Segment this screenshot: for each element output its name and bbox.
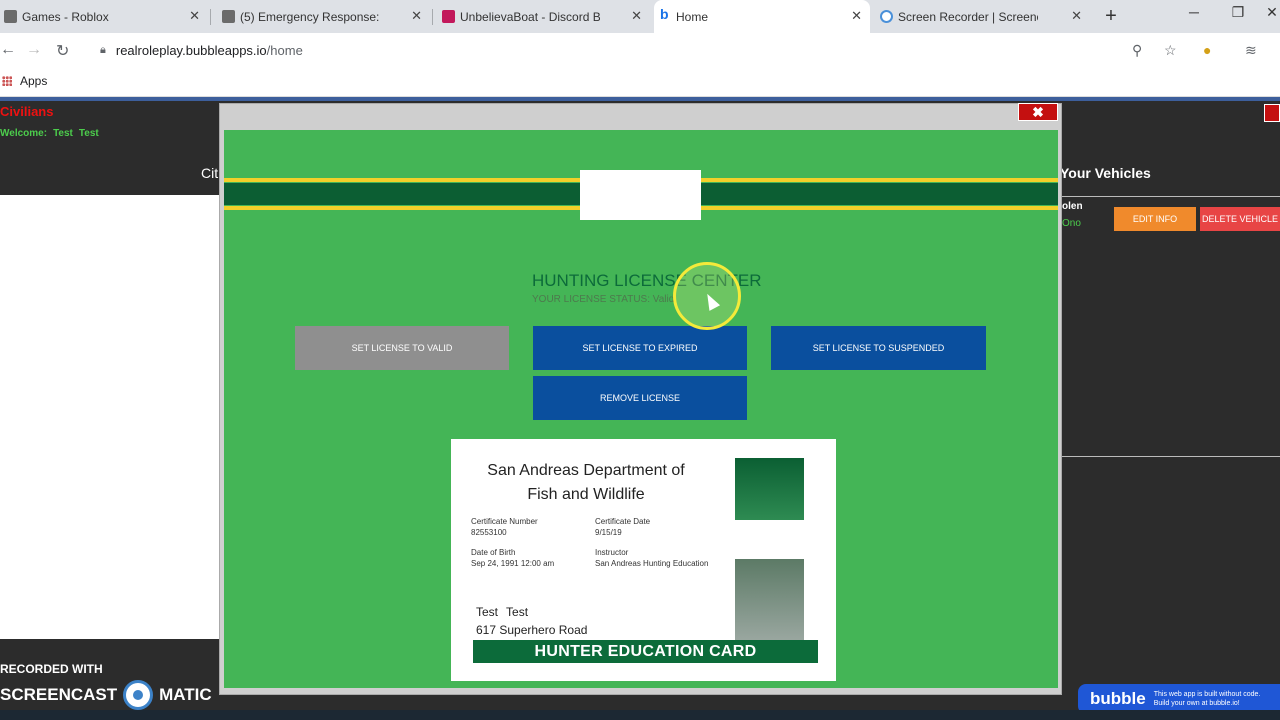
apps-grid-icon bbox=[2, 76, 12, 86]
back-icon[interactable]: ← bbox=[0, 41, 16, 59]
unbelievaboat-icon bbox=[442, 10, 455, 23]
forward-icon[interactable]: → bbox=[26, 41, 42, 59]
welcome-text: Welcome: Test Test bbox=[0, 128, 99, 139]
tab-home[interactable]: b Home ✕ bbox=[654, 0, 870, 33]
screencast-icon bbox=[880, 10, 893, 23]
restore-icon[interactable]: ❐ bbox=[1224, 4, 1252, 21]
close-icon[interactable]: ✕ bbox=[411, 8, 422, 24]
citizens-heading: Cit bbox=[201, 165, 219, 181]
vehicle-flag: Ono bbox=[1062, 218, 1081, 229]
close-icon[interactable] bbox=[1264, 104, 1280, 122]
cert-number-field: Certificate Number 82553100 bbox=[471, 517, 538, 537]
citizen-list-panel bbox=[0, 195, 219, 639]
profile-icon[interactable]: ≋ bbox=[1245, 42, 1257, 59]
roblox-icon bbox=[222, 10, 235, 23]
tab-divider bbox=[210, 9, 211, 25]
card-photo bbox=[735, 559, 804, 641]
section-title: Civilians bbox=[0, 104, 54, 119]
close-icon[interactable]: ✕ bbox=[851, 8, 862, 24]
dob-field: Date of Birth Sep 24, 1991 12:00 am bbox=[471, 548, 555, 568]
lock-icon: 🔒︎ bbox=[100, 44, 106, 56]
delete-vehicle-button[interactable]: DELETE VEHICLE bbox=[1200, 207, 1280, 231]
card-holder-name: Test Test bbox=[476, 605, 529, 619]
top-accent-bar bbox=[0, 97, 1280, 101]
card-band: HUNTER EDUCATION CARD bbox=[473, 640, 818, 663]
apps-shortcut[interactable]: Apps bbox=[2, 74, 47, 88]
set-expired-button[interactable]: SET LICENSE TO EXPIRED bbox=[533, 326, 747, 370]
bookmark-star-icon[interactable]: ☆ bbox=[1164, 42, 1177, 59]
divider bbox=[1062, 456, 1280, 457]
recorder-watermark-line: RECORDED WITH bbox=[0, 662, 103, 676]
extension-icon[interactable]: ● bbox=[1203, 42, 1211, 58]
license-status: YOUR LICENSE STATUS: Valid bbox=[532, 294, 675, 305]
new-tab-button[interactable]: + bbox=[1100, 5, 1122, 28]
card-emblem bbox=[735, 458, 804, 520]
card-title: San Andreas Department of Fish and Wildl… bbox=[487, 462, 685, 503]
tab-unbelievaboat[interactable]: UnbelievaBoat - Discord Bot! ✕ bbox=[438, 0, 650, 33]
window-close-icon[interactable]: ✕ bbox=[1258, 4, 1280, 21]
card-holder-address: 617 Superhero Road bbox=[476, 623, 588, 637]
reload-icon[interactable]: ↻ bbox=[56, 41, 69, 61]
tab-roblox-games[interactable]: Games - Roblox ✕ bbox=[0, 0, 208, 33]
vehicle-status: olen bbox=[1062, 201, 1083, 212]
divider bbox=[1062, 196, 1280, 197]
url-field[interactable]: 🔒︎ realroleplay.bubbleapps.io/home bbox=[90, 38, 1130, 63]
close-icon[interactable]: ✕ bbox=[631, 8, 642, 24]
remove-license-button[interactable]: REMOVE LICENSE bbox=[533, 376, 747, 420]
tab-emergency-response[interactable]: (5) Emergency Response: Liberty County ✕ bbox=[218, 0, 430, 33]
bubble-b-icon: b bbox=[660, 6, 669, 22]
close-icon[interactable]: ✕ bbox=[189, 8, 200, 24]
tab-bar: Games - Roblox ✕ (5) Emergency Response:… bbox=[0, 0, 1280, 33]
screencast-logo-icon bbox=[123, 680, 154, 710]
set-suspended-button[interactable]: SET LICENSE TO SUSPENDED bbox=[771, 326, 986, 370]
recorder-watermark: SCREENCAST MATIC bbox=[0, 680, 212, 710]
agency-logo bbox=[580, 170, 701, 220]
cert-date-field: Certificate Date 9/15/19 bbox=[595, 517, 651, 537]
tab-divider bbox=[432, 9, 433, 25]
tab-screen-recorder[interactable]: Screen Recorder | Screencast-O-Matic ✕ bbox=[876, 0, 1090, 33]
address-bar-row: ← → ↻ 🔒︎ realroleplay.bubbleapps.io/home… bbox=[0, 33, 1280, 67]
roblox-icon bbox=[4, 10, 17, 23]
set-valid-button[interactable]: SET LICENSE TO VALID bbox=[295, 326, 509, 370]
close-icon[interactable]: ✕ bbox=[1071, 8, 1082, 24]
instructor-field: Instructor San Andreas Hunting Education bbox=[595, 548, 709, 568]
taskbar bbox=[0, 710, 1280, 720]
zoom-icon[interactable]: ⚲ bbox=[1132, 42, 1142, 59]
modal-close-button[interactable]: ✖ bbox=[1018, 103, 1058, 121]
vehicles-heading: Your Vehicles bbox=[1060, 165, 1151, 181]
minimize-icon[interactable]: ─ bbox=[1180, 4, 1208, 20]
bookmarks-bar: Apps bbox=[0, 67, 1280, 97]
edit-info-button[interactable]: EDIT INFO bbox=[1114, 207, 1196, 231]
